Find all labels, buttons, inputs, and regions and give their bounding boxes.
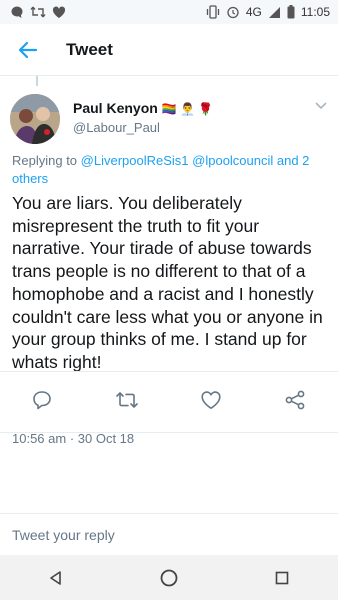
notification-icons [10,5,66,19]
nav-recents-button[interactable] [262,558,302,598]
back-arrow-icon [18,41,38,58]
tweet-actions [0,385,338,415]
back-button[interactable] [0,24,56,76]
chevron-down-icon [315,102,327,110]
reply-button[interactable] [27,385,57,415]
reply-icon [33,391,51,410]
tweet-timestamp: 10:56 am · 30 Oct 18 [12,431,135,446]
battery-icon [287,5,295,19]
replying-to: Replying to @LiverpoolReSis1 @lpoolcounc… [12,152,330,188]
app-bar: Tweet [0,24,338,76]
circle-home-icon [160,569,178,586]
avatar[interactable] [10,94,60,144]
heart-icon [201,391,221,409]
nav-back-button[interactable] [36,558,76,598]
thread-connector [36,76,38,86]
author-handle[interactable]: @Labour_Paul [73,120,160,135]
author-name-text: Paul Kenyon [73,100,158,116]
replying-prefix: Replying to [12,153,78,168]
like-button[interactable] [196,385,226,415]
tweet-header: Paul Kenyon 🏳️‍🌈 👨‍💼 🌹 @Labour_Paul [0,86,338,146]
triangle-back-icon [50,570,62,585]
author-badges: 🏳️‍🌈 👨‍💼 🌹 [161,102,214,116]
page-title: Tweet [66,39,113,59]
retweet-status-icon [30,6,46,18]
vibrate-icon [206,5,219,19]
heart-status-icon [52,6,66,18]
signal-icon [268,6,280,18]
retweet-button[interactable] [112,385,142,415]
retweet-icon [116,392,138,408]
tweet-text: You are liars. You deliberately misrepre… [12,193,323,372]
author-name[interactable]: Paul Kenyon 🏳️‍🌈 👨‍💼 🌹 [73,100,213,116]
reply-input[interactable]: Tweet your reply [0,513,338,555]
system-nav-bar [0,555,338,600]
system-icons: 4G 11:05 [206,5,330,19]
tweet-detail: Paul Kenyon 🏳️‍🌈 👨‍💼 🌹 @Labour_Paul Repl… [0,86,338,446]
nav-home-button[interactable] [149,558,189,598]
divider [0,432,338,433]
divider [0,371,338,372]
share-button[interactable] [280,385,310,415]
share-icon [285,390,305,410]
chat-bubble-icon [11,6,23,18]
clock: 11:05 [300,5,330,19]
alarm-icon [227,6,239,19]
square-recents-icon [275,571,288,584]
network-type: 4G [245,5,262,19]
status-bar: 4G 11:05 [0,0,338,24]
tweet-menu-button[interactable] [314,98,328,116]
